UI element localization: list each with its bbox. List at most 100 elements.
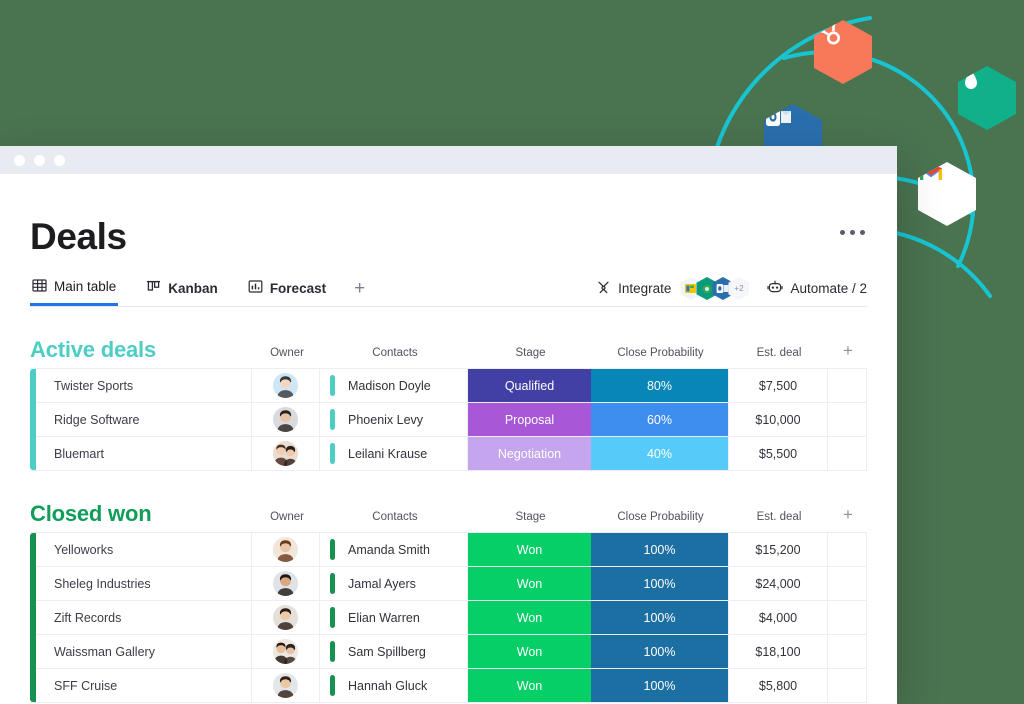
cell-deal-name[interactable]: Sheleg Industries — [36, 567, 252, 600]
avatar[interactable] — [273, 673, 298, 698]
cell-empty[interactable] — [828, 403, 866, 436]
cell-stage[interactable]: Won — [468, 533, 591, 566]
cell-contact[interactable]: Jamal Ayers — [320, 567, 468, 600]
cell-probability[interactable]: 80% — [591, 369, 728, 402]
table-row[interactable]: Sheleg Industries Jamal Ayers Won 100% $… — [36, 567, 866, 601]
column-header-contacts[interactable]: Contacts — [321, 511, 469, 526]
cell-estimate[interactable]: $4,000 — [728, 601, 828, 634]
cell-deal-name[interactable]: Ridge Software — [36, 403, 252, 436]
cell-estimate[interactable]: $5,800 — [728, 669, 828, 702]
avatar[interactable] — [273, 373, 298, 398]
cell-owner[interactable] — [252, 635, 320, 668]
monday-badge — [951, 61, 1023, 135]
cell-empty[interactable] — [828, 567, 866, 600]
add-column-button[interactable]: + — [829, 506, 867, 525]
column-header-contacts[interactable]: Contacts — [321, 347, 469, 362]
cell-stage[interactable]: Won — [468, 601, 591, 634]
cell-empty[interactable] — [828, 533, 866, 566]
cell-deal-name[interactable]: Zift Records — [36, 601, 252, 634]
tab-forecast[interactable]: Forecast — [246, 277, 328, 306]
cell-stage[interactable]: Won — [468, 669, 591, 702]
column-header-owner[interactable]: Owner — [253, 511, 321, 526]
cell-probability[interactable]: 40% — [591, 437, 728, 470]
cell-deal-name[interactable]: Twister Sports — [36, 369, 252, 402]
cell-empty[interactable] — [828, 635, 866, 668]
cell-probability[interactable]: 100% — [591, 601, 728, 634]
cell-contact[interactable]: Leilani Krause — [320, 437, 468, 470]
cell-probability[interactable]: 100% — [591, 635, 728, 668]
cell-owner[interactable] — [252, 567, 320, 600]
cell-empty[interactable] — [828, 369, 866, 402]
cell-stage[interactable]: Proposal — [468, 403, 591, 436]
automate-button[interactable]: Automate / 2 — [767, 280, 867, 298]
cell-probability[interactable]: 100% — [591, 669, 728, 702]
table-row[interactable]: Twister Sports Madison Doyle Qualified 8… — [36, 369, 866, 403]
cell-stage[interactable]: Won — [468, 567, 591, 600]
column-header-probability[interactable]: Close Probability — [592, 511, 729, 526]
cell-estimate[interactable]: $24,000 — [728, 567, 828, 600]
cell-contact[interactable]: Elian Warren — [320, 601, 468, 634]
cell-deal-name[interactable]: Waissman Gallery — [36, 635, 252, 668]
column-header-probability[interactable]: Close Probability — [592, 347, 729, 362]
cell-contact[interactable]: Phoenix Levy — [320, 403, 468, 436]
cell-estimate[interactable]: $10,000 — [728, 403, 828, 436]
window-dot-close[interactable] — [14, 154, 25, 166]
tab-main-table[interactable]: Main table — [30, 277, 119, 306]
cell-probability[interactable]: 100% — [591, 567, 728, 600]
cell-owner[interactable] — [252, 533, 320, 566]
avatar[interactable] — [273, 571, 298, 596]
integrate-button[interactable]: Integrate +2 — [596, 277, 750, 300]
group-active-deals: Active deals Owner Contacts Stage Close … — [30, 331, 867, 471]
table-row[interactable]: SFF Cruise Hannah Gluck Won 100% $5,800 — [36, 669, 866, 702]
table-row[interactable]: Ridge Software Phoenix Levy Proposal 60%… — [36, 403, 866, 437]
integration-avatars[interactable]: +2 — [680, 277, 750, 300]
table-row[interactable]: Zift Records Elian Warren Won 100% $4,00… — [36, 601, 866, 635]
table-row[interactable]: Waissman Gallery Sam Spillberg Won 100% … — [36, 635, 866, 669]
cell-owner[interactable] — [252, 437, 320, 470]
cell-empty[interactable] — [828, 601, 866, 634]
cell-owner[interactable] — [252, 403, 320, 436]
window-dot-maximize[interactable] — [54, 154, 65, 166]
column-header-estimate[interactable]: Est. deal — [729, 347, 829, 362]
cell-empty[interactable] — [828, 437, 866, 470]
column-header-owner[interactable]: Owner — [253, 347, 321, 362]
cell-stage[interactable]: Negotiation — [468, 437, 591, 470]
column-header-stage[interactable]: Stage — [469, 347, 592, 362]
app-window: Deals Main table Kanban Forecast + Integ… — [0, 146, 897, 704]
cell-empty[interactable] — [828, 669, 866, 702]
cell-estimate[interactable]: $15,200 — [728, 533, 828, 566]
avatar[interactable] — [273, 639, 298, 664]
cell-contact[interactable]: Hannah Gluck — [320, 669, 468, 702]
add-column-button[interactable]: + — [829, 342, 867, 361]
cell-estimate[interactable]: $18,100 — [728, 635, 828, 668]
add-view-button[interactable]: + — [354, 278, 365, 306]
cell-stage[interactable]: Won — [468, 635, 591, 668]
more-options-button[interactable] — [838, 218, 867, 247]
cell-probability[interactable]: 60% — [591, 403, 728, 436]
cell-contact[interactable]: Amanda Smith — [320, 533, 468, 566]
cell-contact[interactable]: Madison Doyle — [320, 369, 468, 402]
cell-contact[interactable]: Sam Spillberg — [320, 635, 468, 668]
column-header-estimate[interactable]: Est. deal — [729, 511, 829, 526]
avatar[interactable] — [273, 537, 298, 562]
table-row[interactable]: Yelloworks Amanda Smith Won 100% $15,200 — [36, 533, 866, 567]
tab-kanban[interactable]: Kanban — [144, 277, 220, 306]
cell-owner[interactable] — [252, 601, 320, 634]
kanban-icon — [146, 279, 161, 297]
cell-stage[interactable]: Qualified — [468, 369, 591, 402]
window-dot-minimize[interactable] — [34, 154, 45, 166]
cell-deal-name[interactable]: SFF Cruise — [36, 669, 252, 702]
kebab-dot — [850, 230, 855, 235]
avatar[interactable] — [273, 605, 298, 630]
cell-owner[interactable] — [252, 669, 320, 702]
cell-estimate[interactable]: $7,500 — [728, 369, 828, 402]
cell-owner[interactable] — [252, 369, 320, 402]
cell-deal-name[interactable]: Yelloworks — [36, 533, 252, 566]
avatar[interactable] — [273, 441, 298, 466]
column-header-stage[interactable]: Stage — [469, 511, 592, 526]
cell-estimate[interactable]: $5,500 — [728, 437, 828, 470]
cell-probability[interactable]: 100% — [591, 533, 728, 566]
table-row[interactable]: Bluemart Leilani Krause Negotiation 40% … — [36, 437, 866, 470]
cell-deal-name[interactable]: Bluemart — [36, 437, 252, 470]
avatar[interactable] — [273, 407, 298, 432]
